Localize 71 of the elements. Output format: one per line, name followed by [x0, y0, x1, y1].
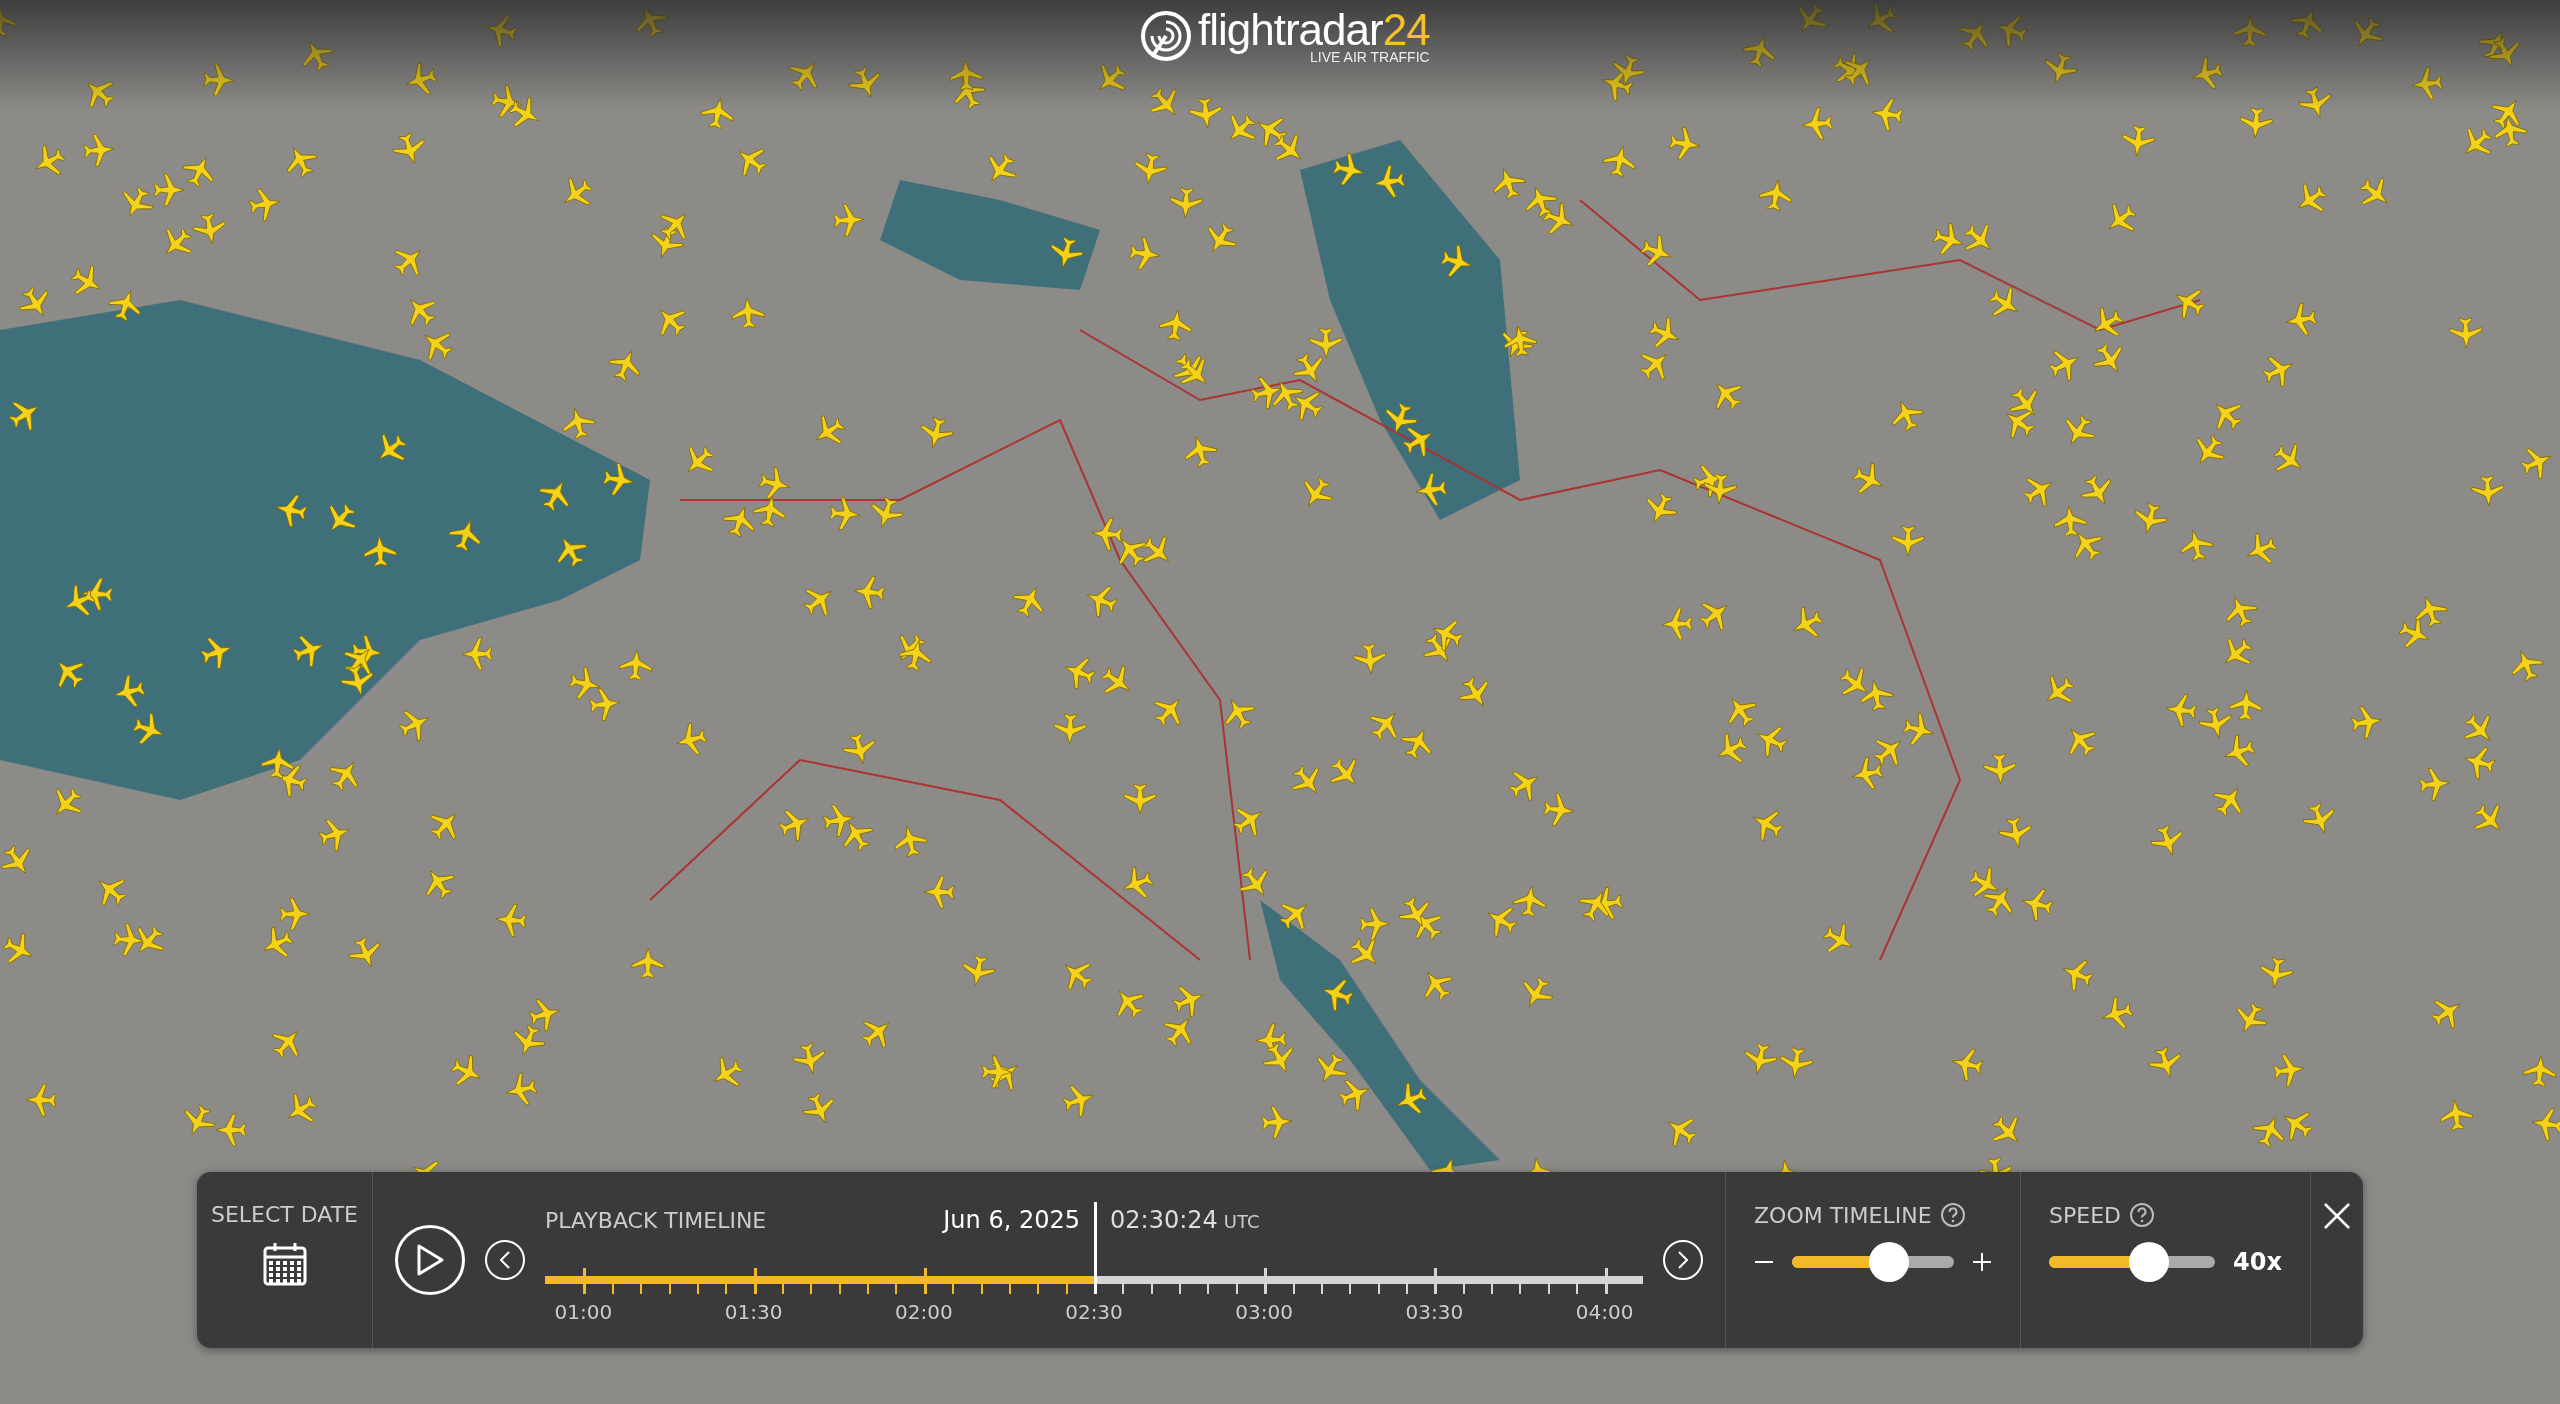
timeline-tick-label: 02:30: [1065, 1300, 1123, 1324]
timeline-tick: [1008, 1284, 1011, 1294]
timeline-tick: [1065, 1284, 1068, 1294]
timeline-tick: [867, 1284, 870, 1294]
playback-date: Jun 6, 2025: [943, 1206, 1080, 1234]
playback-time: 02:30:24 UTC: [1110, 1206, 1260, 1234]
timeline-tick: [895, 1284, 898, 1294]
timeline-tick: [810, 1284, 813, 1294]
minus-icon: [1754, 1261, 1774, 1263]
timeline-tick: [1207, 1284, 1210, 1294]
timeline-tick: [1349, 1284, 1352, 1294]
timeline-tick: [1519, 1284, 1522, 1294]
plus-icon: [1972, 1252, 1992, 1272]
radar-logo-icon: [1140, 10, 1192, 62]
speed-label: SPEED: [2049, 1202, 2121, 1228]
zoom-slider-track[interactable]: [1792, 1242, 1954, 1282]
timeline-tick-label: 01:00: [554, 1300, 613, 1324]
timeline-track[interactable]: PLAYBACK TIMELINE Jun 6, 2025 02:30:24 UTC 01:00 01:30 02:00 02:30 03:00 03:30 04:00: [545, 1202, 1643, 1328]
timeline-tick: [1576, 1284, 1579, 1294]
timeline-tick-label: 03:30: [1405, 1300, 1464, 1324]
timeline-tick: [696, 1284, 699, 1294]
timeline-tick: [1547, 1284, 1550, 1294]
timeline-tick-label: 04:00: [1575, 1300, 1634, 1324]
play-icon: [415, 1243, 445, 1277]
zoom-timeline-label: ZOOM TIMELINE: [1754, 1202, 1932, 1228]
timeline-tick: [753, 1268, 757, 1294]
timeline-tick-label: 01:30: [724, 1300, 783, 1324]
timeline-tick: [1604, 1268, 1608, 1294]
playback-timeline-title: PLAYBACK TIMELINE: [545, 1208, 767, 1233]
timeline-tick: [952, 1284, 955, 1294]
zoom-in-button[interactable]: [1972, 1252, 1992, 1272]
next-button[interactable]: [1663, 1240, 1703, 1280]
calendar-icon[interactable]: [261, 1241, 308, 1287]
timeline-tick: [583, 1268, 587, 1294]
timeline-tick: [1179, 1284, 1182, 1294]
close-icon: [2322, 1200, 2352, 1231]
timeline-tick: [1491, 1284, 1494, 1294]
timeline-tick: [1320, 1284, 1323, 1294]
timeline-tick: [980, 1284, 983, 1294]
timeline-tick: [1150, 1284, 1153, 1294]
chevron-left-icon: [498, 1250, 512, 1270]
speed-slider-thumb[interactable]: [2128, 1242, 2169, 1282]
timeline-tick: [1037, 1284, 1040, 1294]
timeline-tick: [1406, 1284, 1408, 1294]
select-date-label: SELECT DATE: [210, 1202, 359, 1227]
speed-slider-track[interactable]: [2049, 1242, 2216, 1282]
timeline-tick: [1462, 1284, 1465, 1294]
brand-logo-text: flightradar24: [1198, 8, 1430, 52]
help-icon[interactable]: [1939, 1202, 1966, 1228]
timeline-tick: [611, 1284, 614, 1294]
timeline-tick: [923, 1268, 927, 1294]
timeline-tick: [1235, 1284, 1238, 1294]
previous-button[interactable]: [485, 1240, 525, 1280]
timeline-tick: [1264, 1268, 1268, 1294]
timeline-tick: [725, 1284, 728, 1294]
play-button[interactable]: [395, 1225, 465, 1295]
timeline-tick: [782, 1284, 784, 1294]
speed-value: 40x: [2233, 1248, 2282, 1276]
timeline-tick: [1434, 1268, 1438, 1294]
timeline-tick-label: 03:00: [1235, 1300, 1293, 1324]
timeline-tick: [838, 1284, 841, 1294]
chevron-right-icon: [1676, 1250, 1690, 1270]
tagline: LIVE AIR TRAFFIC: [1310, 50, 1430, 64]
timeline-tick: [640, 1284, 643, 1294]
timeline-tick: [668, 1284, 671, 1294]
help-icon[interactable]: [2129, 1202, 2155, 1228]
zoom-slider-thumb[interactable]: [1869, 1242, 1910, 1282]
timeline-tick: [1122, 1284, 1125, 1294]
timeline-tick: [1292, 1284, 1295, 1294]
timeline-tick: [1377, 1284, 1380, 1294]
timeline-tick-label: 02:00: [895, 1300, 953, 1324]
